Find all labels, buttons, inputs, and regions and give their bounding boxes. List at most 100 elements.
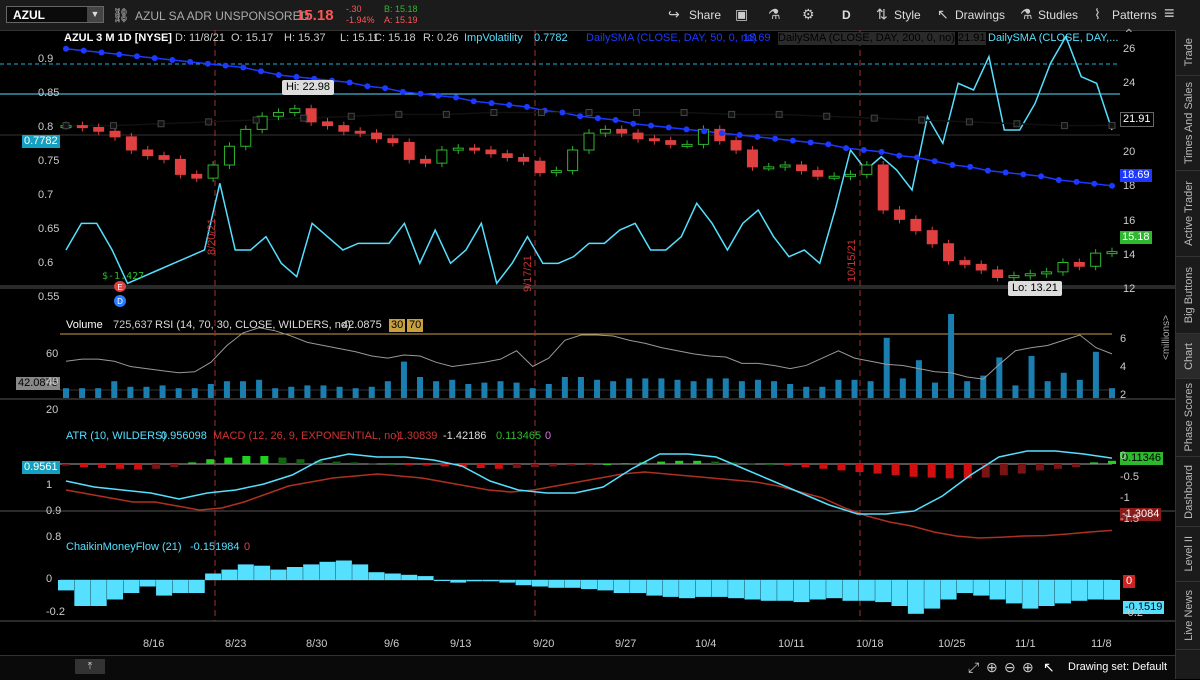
aggregation-button[interactable]: D: [842, 8, 851, 22]
studies-button[interactable]: Studies: [1038, 8, 1078, 22]
cmf-bar: [826, 580, 843, 599]
price-left-tick: 0.55: [38, 291, 60, 303]
macd-histogram-bar: [621, 463, 630, 465]
chart-area[interactable]: AZUL 3 M 1D [NYSE] D: 11/8/21 O: 15.17 H…: [0, 27, 1200, 679]
tab-big-buttons[interactable]: Big Buttons: [1176, 257, 1200, 334]
volume-bar: [1012, 385, 1019, 398]
macd-histogram-bar: [512, 464, 521, 468]
macd-histogram-bar: [1017, 464, 1026, 474]
cmf-bar: [352, 564, 369, 580]
volume-bar: [1092, 351, 1099, 398]
candle-body: [452, 147, 464, 151]
sma50-point: [949, 162, 956, 168]
volume-bar: [1028, 356, 1035, 398]
sma50-point: [736, 132, 743, 138]
tab-dashboard[interactable]: Dashboard: [1176, 457, 1200, 527]
sma50-point: [63, 45, 69, 52]
share-button[interactable]: Share: [689, 8, 721, 22]
tab-live-news[interactable]: Live News: [1176, 582, 1200, 650]
macd-histogram-bar: [188, 462, 197, 464]
patterns-icon[interactable]: ⌇: [1094, 6, 1101, 23]
sma200-point: [823, 112, 831, 120]
sma200-point: [775, 110, 783, 118]
collapse-panel-icon[interactable]: ⤒: [75, 659, 105, 674]
candle-body: [174, 158, 186, 175]
macd-histogram-bar: [603, 464, 612, 465]
volume-bar: [256, 379, 263, 398]
price-right-tick: 20: [1123, 145, 1136, 158]
candle-body: [975, 263, 987, 271]
x-axis-tick: 11/8: [1091, 638, 1112, 650]
sma50-label: DailySMA (CLOSE, DAY, 50, 0, no): [586, 32, 757, 44]
macd-histogram-bar: [837, 464, 846, 471]
sma200-label: DailySMA (CLOSE, DAY, 200, 0, no): [778, 32, 955, 45]
macd-avg-value: -1.42186: [443, 430, 487, 442]
rsi-value: 42.0875: [342, 319, 382, 331]
candle-body: [926, 230, 938, 245]
tab-live-news-label: Live News: [1182, 590, 1195, 641]
sma50-point: [275, 72, 282, 78]
x-axis-tick: 9/27: [615, 638, 637, 650]
sma50-point: [488, 100, 495, 107]
volume-bar: [63, 388, 69, 398]
cmf-bar: [630, 580, 647, 593]
expand-icon[interactable]: ⤢: [968, 659, 979, 676]
cmf-bar: [728, 580, 745, 599]
earnings-icon[interactable]: E: [114, 281, 126, 292]
share-icon[interactable]: ↪: [668, 6, 680, 23]
symbol-description: AZUL SA ADR UNSPONSORED: [135, 9, 310, 23]
tab-level-ii[interactable]: Level II: [1176, 527, 1200, 582]
macd-right-tick: 0: [1120, 450, 1127, 462]
gear-icon[interactable]: ⚙: [802, 6, 815, 23]
impvol-line: [65, 34, 1113, 286]
tab-trade[interactable]: Trade: [1176, 30, 1200, 76]
candle-body: [125, 136, 137, 151]
candle-body: [845, 173, 856, 177]
cmf-bar: [401, 574, 418, 580]
cmf-bar: [597, 580, 614, 591]
cmf-bar: [188, 580, 205, 593]
style-icon[interactable]: ⇅: [876, 6, 888, 23]
chart-canvas[interactable]: [0, 30, 1175, 679]
style-button[interactable]: Style: [894, 8, 921, 22]
tab-phase-scores[interactable]: Phase Scores: [1176, 379, 1200, 457]
menu-icon[interactable]: ≡: [1164, 3, 1175, 24]
sma200-point: [110, 122, 118, 130]
volume-bar: [577, 377, 584, 398]
candle-body: [1008, 275, 1020, 279]
zoom-out-icon[interactable]: ⊖: [1004, 659, 1016, 676]
x-axis-tick: 9/20: [533, 638, 555, 650]
drawing-set-label[interactable]: Drawing set: Default: [1068, 661, 1167, 673]
tab-active-trader[interactable]: Active Trader: [1176, 171, 1200, 257]
tab-times-and-sales[interactable]: Times And Sales: [1176, 76, 1200, 171]
zoom-in-icon[interactable]: ⊕: [1022, 659, 1034, 676]
candle-body: [894, 209, 906, 220]
volume-bar: [240, 381, 247, 398]
cmf-bar: [221, 569, 238, 580]
candle-body: [746, 149, 758, 168]
cursor-icon[interactable]: ↖: [937, 6, 949, 23]
sma50-point: [896, 152, 903, 159]
grid-icon[interactable]: ▣: [735, 6, 748, 23]
close-value: C: 15.18: [374, 32, 416, 44]
volume-bar: [803, 386, 810, 398]
rsi-os-badge: 30: [389, 319, 406, 332]
collapse-up-icon[interactable]: ⌃: [1123, 27, 1135, 41]
cursor-icon[interactable]: ↖: [1043, 659, 1055, 676]
patterns-button[interactable]: Patterns: [1112, 8, 1157, 22]
sma50-point: [683, 126, 690, 133]
flask-icon[interactable]: ⚗: [768, 6, 781, 23]
candle-body: [992, 269, 1004, 278]
studies-icon[interactable]: ⚗: [1020, 6, 1033, 23]
dividend-icon[interactable]: D: [114, 295, 126, 307]
link-icon[interactable]: ⛓: [112, 7, 130, 24]
drawings-button[interactable]: Drawings: [955, 8, 1005, 22]
tab-chart[interactable]: Chart: [1176, 334, 1200, 379]
macd-histogram-bar: [1089, 462, 1098, 464]
crosshair-icon[interactable]: ⊕: [986, 659, 998, 676]
sma50-point: [701, 128, 708, 135]
candle-body: [1041, 271, 1053, 275]
candle-body: [158, 155, 170, 160]
symbol-input[interactable]: AZUL ▼: [6, 6, 104, 23]
chevron-down-icon[interactable]: ▼: [87, 7, 103, 22]
